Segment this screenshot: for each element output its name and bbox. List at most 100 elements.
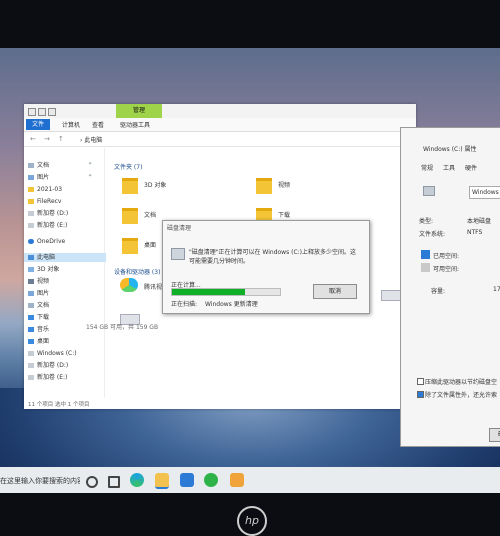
- folder-icon[interactable]: [122, 178, 138, 194]
- sidebar-item-drive-c[interactable]: Windows (C:): [28, 349, 77, 358]
- tencent-video-icon[interactable]: [120, 278, 138, 292]
- sidebar-item-label: FileRecv: [37, 198, 62, 205]
- disk-cleanup-taskbar-icon[interactable]: [230, 473, 244, 487]
- tab-view[interactable]: 查看: [92, 120, 104, 129]
- drive-icon: [423, 186, 435, 196]
- sidebar-item-drive-d-pc[interactable]: 新加卷 (D:): [28, 361, 68, 370]
- sidebar-item-label: 图片: [37, 290, 50, 297]
- sidebar-item-downloads[interactable]: 下载: [28, 313, 49, 322]
- folder-icon: [28, 199, 34, 204]
- monitor-screen: 管理 文件 计算机 查看 驱动器工具 ← → ↑ › 此电脑 文档 ✦ 图片 ✦…: [0, 48, 500, 493]
- download-icon: [28, 315, 34, 320]
- progress-fill: [172, 289, 246, 295]
- sidebar-item-documents-pc[interactable]: 文档: [28, 301, 49, 310]
- drive-icon: [28, 223, 34, 228]
- folder-label[interactable]: 文档: [144, 210, 156, 219]
- properties-icon[interactable]: [38, 108, 46, 116]
- group-header-folders[interactable]: 文件夹 (7): [114, 162, 142, 171]
- new-folder-icon[interactable]: [48, 108, 56, 116]
- scanning-label: 正在扫描:: [171, 301, 198, 308]
- computer-icon: [28, 255, 34, 260]
- sidebar-item-pictures-pc[interactable]: 图片: [28, 289, 49, 298]
- folder-icon[interactable]: [122, 208, 138, 224]
- ok-button[interactable]: 确: [489, 428, 500, 442]
- disk-cleanup-dialog: 磁盘清理 "磁盘清理"正在计算可以在 Windows (C:)上释放多少空间。这…: [162, 220, 370, 314]
- sidebar-item-drive-e-pc[interactable]: 新加卷 (E:): [28, 373, 67, 382]
- up-icon[interactable]: ↑: [58, 135, 64, 143]
- task-view-icon[interactable]: [108, 476, 120, 488]
- taskbar-search[interactable]: 在这里输入你要搜索的内容: [0, 476, 80, 486]
- sidebar-item-this-pc[interactable]: 此电脑: [24, 253, 106, 262]
- capacity-label: 容量:: [431, 288, 446, 295]
- sidebar-item-label: 2021-03: [37, 186, 63, 193]
- device-label[interactable]: 腾讯视: [144, 282, 162, 291]
- sidebar-item-drive-d[interactable]: 新加卷 (D:): [28, 209, 68, 218]
- picture-icon: [28, 291, 34, 296]
- picture-icon: [28, 175, 34, 180]
- desktop-icon: [28, 339, 34, 344]
- sidebar-item-2021-03[interactable]: 2021-03: [28, 185, 62, 194]
- compress-option-label: 压缩此驱动器以节约磁盘空: [425, 379, 498, 386]
- sidebar-item-pictures[interactable]: 图片: [28, 173, 49, 182]
- sidebar-item-label: 下载: [37, 314, 50, 321]
- folder-label[interactable]: 下载: [278, 210, 290, 219]
- sidebar-item-onedrive[interactable]: OneDrive: [28, 237, 65, 246]
- free-space-label: 可用空间:: [433, 266, 460, 273]
- folder-label[interactable]: 3D 对象: [144, 180, 166, 189]
- compress-checkbox[interactable]: [417, 378, 424, 385]
- progress-bar: [171, 288, 281, 296]
- navigation-pane: 文档 ✦ 图片 ✦ 2021-03 FileRecv 新加卷 (D:) 新加卷 …: [24, 148, 106, 398]
- sidebar-item-drive-e[interactable]: 新加卷 (E:): [28, 221, 67, 230]
- used-space-swatch: [421, 250, 430, 259]
- index-checkbox[interactable]: [417, 391, 424, 398]
- folder-icon: [28, 187, 34, 192]
- cortana-icon[interactable]: [86, 476, 98, 488]
- tab-computer[interactable]: 计算机: [62, 120, 80, 129]
- sidebar-item-documents[interactable]: 文档: [28, 161, 49, 170]
- tab-tools[interactable]: 工具: [443, 163, 455, 172]
- sidebar-item-desktop[interactable]: 桌面: [28, 337, 49, 346]
- tab-file[interactable]: 文件: [26, 119, 50, 130]
- type-label: 类型:: [419, 218, 434, 225]
- filesystem-label: 文件系统:: [419, 231, 446, 238]
- used-space-label: 已用空间:: [433, 253, 460, 260]
- back-icon[interactable]: ←: [30, 135, 36, 143]
- manage-tab[interactable]: 管理: [116, 104, 162, 118]
- music-icon: [28, 327, 34, 332]
- folder-label[interactable]: 桌面: [144, 240, 156, 249]
- disk-cleanup-icon: [171, 248, 185, 260]
- tab-drive-tools[interactable]: 驱动器工具: [120, 120, 150, 129]
- sidebar-item-music[interactable]: 音乐: [28, 325, 49, 334]
- wechat-icon[interactable]: [204, 473, 218, 487]
- tab-general[interactable]: 常规: [421, 163, 433, 172]
- address-bar[interactable]: ← → ↑ › 此电脑: [24, 132, 416, 147]
- tab-hardware[interactable]: 硬件: [465, 163, 477, 172]
- sidebar-item-3d-objects[interactable]: 3D 对象: [28, 265, 59, 274]
- sidebar-item-label: 新加卷 (D:): [37, 210, 69, 217]
- folder-icon[interactable]: [256, 178, 272, 194]
- breadcrumb[interactable]: › 此电脑: [80, 135, 102, 144]
- sidebar-item-label: 视频: [37, 278, 50, 285]
- drive-name-field[interactable]: Windows: [469, 186, 500, 199]
- dialog-title: 磁盘清理: [167, 225, 192, 232]
- mail-icon[interactable]: [180, 473, 194, 487]
- drive-c-free-space: 154 GB 可用，共 159 GB: [86, 324, 159, 331]
- quick-access-icon[interactable]: [28, 108, 36, 116]
- sidebar-item-label: 新加卷 (E:): [37, 222, 68, 229]
- type-value: 本地磁盘: [467, 218, 492, 225]
- dialog-message: "磁盘清理"正在计算可以在 Windows (C:)上释放多少空间。这: [189, 249, 357, 256]
- group-header-devices[interactable]: 设备和驱动器 (3): [114, 267, 160, 276]
- sidebar-item-label: Windows (C:): [37, 350, 77, 357]
- document-icon: [28, 303, 34, 308]
- forward-icon[interactable]: →: [44, 135, 50, 143]
- folder-label[interactable]: 视频: [278, 180, 290, 189]
- edge-icon[interactable]: [130, 473, 144, 487]
- file-explorer-icon[interactable]: [155, 473, 169, 489]
- folder-icon[interactable]: [122, 238, 138, 254]
- sidebar-item-label: 文档: [37, 302, 50, 309]
- sidebar-item-videos[interactable]: 视频: [28, 277, 49, 286]
- cancel-button[interactable]: 取消: [313, 284, 357, 299]
- cloud-icon: [28, 239, 34, 244]
- sidebar-item-filerecv[interactable]: FileRecv: [28, 197, 61, 206]
- video-icon: [28, 279, 34, 284]
